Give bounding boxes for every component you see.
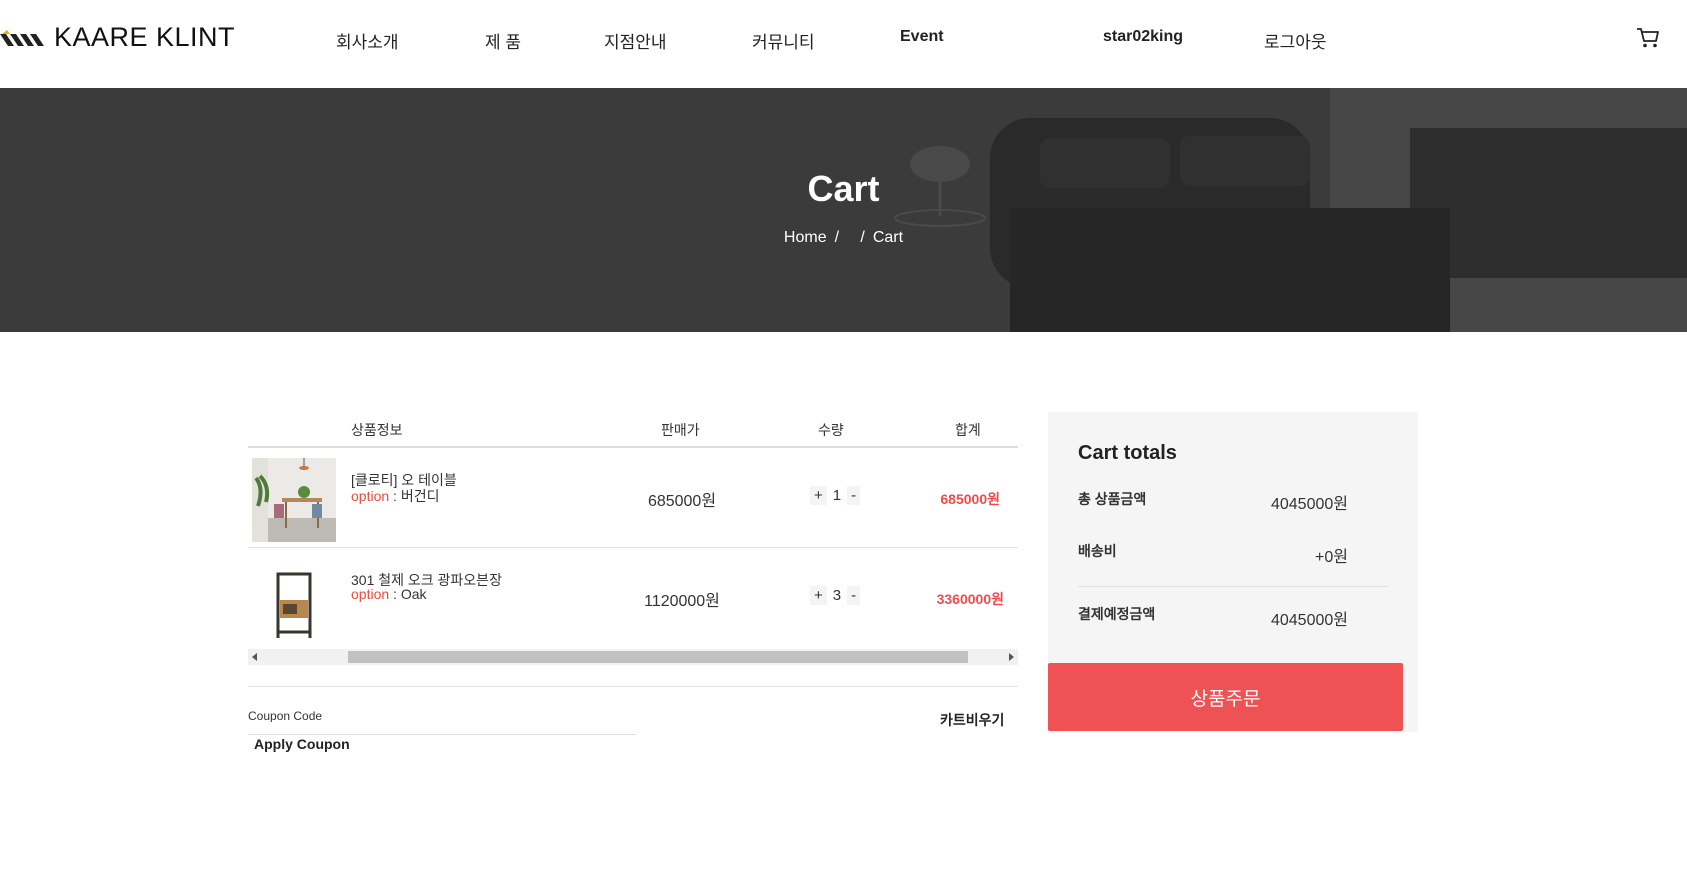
place-order-button[interactable]: 상품주문 xyxy=(1048,663,1403,731)
page-title: Cart xyxy=(807,168,880,209)
table-row: 301 철제 오크 광파오븐장 option : Oak 1120000원 + … xyxy=(248,548,1018,648)
scrollbar-thumb[interactable] xyxy=(348,651,968,663)
col-header-product: 상품정보 xyxy=(351,422,403,438)
grand-total-value: 4045000원 xyxy=(1270,612,1348,629)
coupon-label: Coupon Code xyxy=(248,709,323,723)
quantity-stepper: + 3 - xyxy=(810,586,861,605)
qty-value: 1 xyxy=(832,487,842,504)
totals-divider xyxy=(1078,586,1388,587)
line-total: 685000원 xyxy=(940,491,1000,507)
cart-totals-title: Cart totals xyxy=(1078,442,1177,464)
logo-text: KAARE KLINT xyxy=(54,22,236,52)
breadcrumb-current: Cart xyxy=(872,229,904,246)
col-header-price: 판매가 xyxy=(661,422,700,438)
nav-company[interactable]: 회사소개 xyxy=(336,28,399,53)
nav-products[interactable]: 제 품 xyxy=(485,28,521,53)
table-row: [클로티] 오 테이블 option : 버건디 685000원 + 1 - 6… xyxy=(248,448,1018,548)
nav-event[interactable]: Event xyxy=(900,28,944,46)
quantity-stepper: + 1 - xyxy=(810,486,861,505)
nav-stores[interactable]: 지점안내 xyxy=(604,28,667,53)
qty-value: 3 xyxy=(832,587,842,604)
product-thumbnail[interactable] xyxy=(252,558,336,642)
line-total: 3360000원 xyxy=(936,591,1004,607)
subtotal-value: 4045000원 xyxy=(1270,496,1348,513)
hero-banner: Cart Home / / Cart xyxy=(0,88,1687,332)
nav-username[interactable]: star02king xyxy=(1103,28,1183,46)
shipping-label: 배송비 xyxy=(1078,543,1117,559)
clear-cart-button[interactable]: 카트비우기 xyxy=(940,710,1004,730)
qty-increase-button[interactable]: + xyxy=(810,586,827,605)
nav-community[interactable]: 커뮤니티 xyxy=(752,28,815,53)
product-thumbnail[interactable] xyxy=(252,458,336,542)
cart-icon[interactable] xyxy=(1636,27,1660,54)
site-header: KAARE KLINT 회사소개 제 품 지점안내 커뮤니티 Event sta… xyxy=(0,0,1687,88)
breadcrumb: Home / / Cart xyxy=(0,229,1687,247)
grand-total-label: 결제예정금액 xyxy=(1078,606,1156,622)
col-header-total: 합계 xyxy=(955,422,981,438)
horizontal-scrollbar[interactable] xyxy=(248,649,1018,665)
qty-decrease-button[interactable]: - xyxy=(847,486,861,505)
apply-coupon-button[interactable]: Apply Coupon xyxy=(254,736,350,752)
bedroom-background-image xyxy=(0,88,1687,332)
breadcrumb-separator: / xyxy=(860,229,865,246)
product-option: option : Oak xyxy=(351,586,427,602)
shipping-value: +0원 xyxy=(1315,549,1348,566)
scroll-right-arrow-icon[interactable] xyxy=(1009,653,1014,661)
logo[interactable]: KAARE KLINT xyxy=(0,22,235,53)
option-label: option xyxy=(351,586,390,602)
breadcrumb-separator: / xyxy=(834,229,840,246)
unit-price: 1120000원 xyxy=(644,593,720,610)
breadcrumb-home[interactable]: Home xyxy=(784,229,827,246)
subtotal-label: 총 상품금액 xyxy=(1078,491,1147,507)
nav-logout[interactable]: 로그아웃 xyxy=(1264,28,1327,53)
scroll-left-arrow-icon[interactable] xyxy=(252,653,257,661)
col-header-qty: 수량 xyxy=(818,422,844,438)
option-value: : Oak xyxy=(389,586,427,602)
qty-increase-button[interactable]: + xyxy=(810,486,827,505)
logo-mark-icon xyxy=(0,29,44,46)
coupon-input[interactable] xyxy=(248,722,636,735)
product-option: option : 버건디 xyxy=(351,486,439,506)
option-label: option xyxy=(351,488,390,504)
option-value: : 버건디 xyxy=(389,488,440,504)
section-divider xyxy=(248,686,1018,687)
qty-decrease-button[interactable]: - xyxy=(847,586,861,605)
unit-price: 685000원 xyxy=(647,493,717,510)
